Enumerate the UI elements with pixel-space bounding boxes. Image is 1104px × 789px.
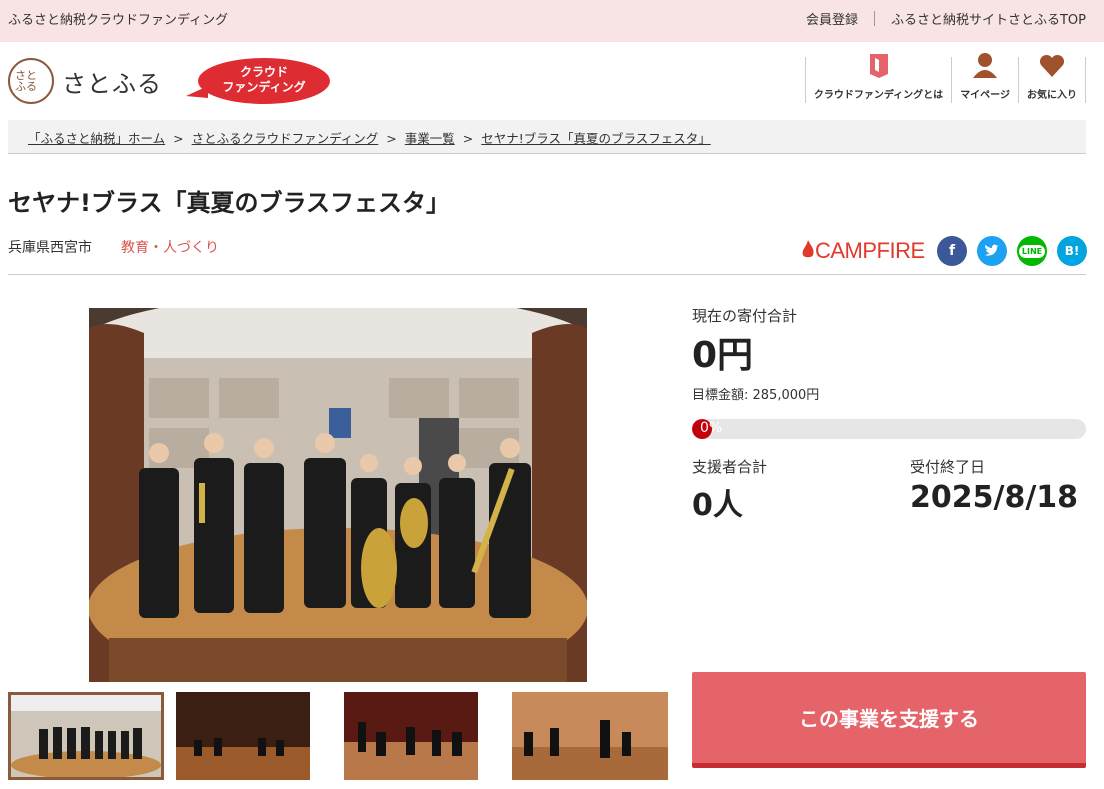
site-top-link[interactable]: ふるさと納税サイトさとふるTOP — [891, 9, 1086, 28]
supporters-value: 0人 — [692, 488, 743, 523]
thumbnail-1[interactable] — [8, 692, 164, 780]
site-tagline: ふるさと納税クラウドファンディング — [8, 13, 229, 28]
top-bar: ふるさと納税クラウドファンディング 会員登録 ふるさと納税サイトさとふるTOP — [0, 0, 1104, 42]
supporters-label: 支援者合計 — [692, 458, 768, 476]
header-nav: クラウドファンディングとは マイページ お気に入り — [804, 53, 1086, 103]
nav-about-label: クラウドファンディングとは — [813, 90, 944, 101]
nav-mypage[interactable]: マイページ — [951, 53, 1018, 103]
hatena-share-icon[interactable]: B! — [1057, 236, 1087, 266]
site-header: さとふる さとふる クラウド ファンディング クラウドファンディングとは マイペ… — [0, 42, 1104, 118]
bird-icon — [985, 244, 999, 256]
breadcrumb: 「ふるさと納税」ホーム > さとふるクラウドファンディング > 事業一覧 > セヤナ!ブラス… — [8, 120, 1086, 154]
main-project-photo[interactable] — [89, 308, 587, 682]
progress-percent: 0% — [700, 420, 723, 436]
breadcrumb-home[interactable]: 「ふるさと納税」ホーム — [28, 131, 165, 146]
page-title: セヤナ!ブラス「真夏のブラスフェスタ」 — [8, 189, 450, 217]
current-total-label: 現在の寄付合計 — [692, 307, 798, 325]
nav-mypage-label: マイページ — [960, 90, 1010, 101]
satofull-logo-mark[interactable]: さとふる — [8, 58, 54, 104]
breadcrumb-sep: > — [386, 131, 397, 146]
progress-bar: 0% — [692, 419, 1086, 439]
thumbnail-2[interactable] — [176, 692, 332, 780]
support-project-button[interactable]: この事業を支援する — [692, 672, 1086, 768]
badge-ellipse: クラウド ファンディング — [198, 58, 330, 104]
current-total-value: 0円 — [692, 335, 754, 376]
nav-favorites-label: お気に入り — [1027, 90, 1077, 101]
title-divider — [8, 274, 1086, 275]
link-divider — [873, 11, 875, 26]
breadcrumb-crowdfunding[interactable]: さとふるクラウドファンディング — [192, 131, 379, 146]
campfire-logo[interactable]: CAMPFIRE — [801, 238, 925, 264]
line-share-icon[interactable]: LINE — [1017, 236, 1047, 266]
heart-icon — [1039, 54, 1065, 81]
logo-mark-text: さとふる — [15, 69, 37, 93]
line-glyph: LINE — [1018, 244, 1046, 258]
flame-icon — [802, 240, 814, 258]
deadline-value: 2025/8/18 — [910, 480, 1079, 515]
deadline-label: 受付終了日 — [910, 458, 986, 476]
facebook-glyph: f — [948, 243, 956, 259]
nav-favorites[interactable]: お気に入り — [1018, 54, 1086, 103]
photo-thumbnails — [8, 692, 680, 780]
breadcrumb-current[interactable]: セヤナ!ブラス「真夏のブラスフェスタ」 — [481, 131, 711, 146]
breadcrumb-project-list[interactable]: 事業一覧 — [405, 131, 455, 146]
satofull-logo-text[interactable]: さとふる — [62, 64, 162, 99]
member-register-link[interactable]: 会員登録 — [806, 9, 858, 28]
person-icon — [972, 52, 998, 81]
badge-line1: クラウド — [239, 65, 288, 79]
facebook-share-icon[interactable]: f — [937, 236, 967, 266]
breadcrumb-sep: > — [173, 131, 184, 146]
hatena-glyph: B! — [1064, 244, 1080, 258]
breadcrumb-sep: > — [462, 131, 474, 146]
book-icon — [868, 52, 890, 81]
thumbnail-3[interactable] — [344, 692, 500, 780]
project-category[interactable]: 教育・人づくり — [121, 237, 219, 257]
top-links: 会員登録 ふるさと納税サイトさとふるTOP — [806, 9, 1086, 28]
nav-about-crowdfunding[interactable]: クラウドファンディングとは — [804, 54, 951, 103]
thumbnail-4[interactable] — [512, 692, 668, 780]
campfire-text: CAMPFIRE — [815, 238, 925, 263]
twitter-share-icon[interactable] — [977, 236, 1007, 266]
target-amount: 目標金額: 285,000円 — [692, 388, 820, 403]
badge-line2: ファンディング — [222, 80, 306, 94]
social-share: f LINE B! — [937, 236, 1097, 266]
crowdfunding-badge[interactable]: クラウド ファンディング — [186, 58, 330, 106]
project-location: 兵庫県西宮市 — [8, 240, 92, 256]
